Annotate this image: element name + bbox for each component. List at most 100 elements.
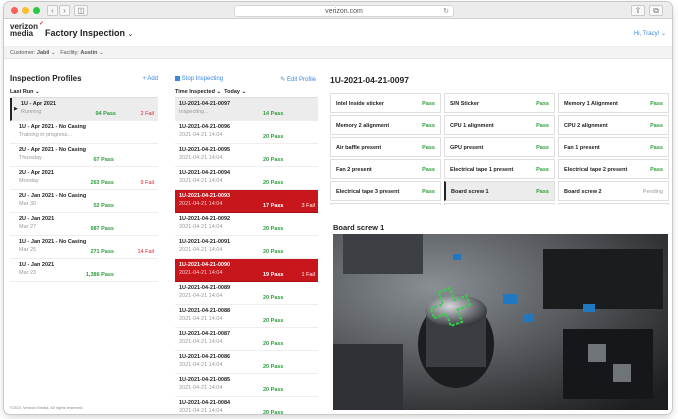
maximize-window-button[interactable] xyxy=(33,7,40,14)
run-id: 1U-2021-04-21-0094 xyxy=(179,170,231,176)
check-card[interactable]: Electrical tape 2 present Pass xyxy=(558,159,669,179)
sort-last-run[interactable]: Last Run ⌄ xyxy=(10,89,158,98)
run-row[interactable]: 1U-2021-04-21-0085 2021-04-21 14:04 20 Pas… xyxy=(175,374,318,397)
profile-name: 1U - Apr 2021 xyxy=(21,101,56,107)
run-time: 2021-04-21 14:04 xyxy=(179,316,223,322)
check-card[interactable]: Memory 1 Alignment Pass xyxy=(558,93,669,113)
tabs-icon[interactable]: ⧉ xyxy=(649,5,663,16)
check-card[interactable]: Board screw 2 Pending xyxy=(558,181,669,201)
sort-time-inspected[interactable]: Time Inspected ⌄ xyxy=(175,89,221,95)
profile-row[interactable]: 1U - Apr 2021 - No Casing Training in pro… xyxy=(10,121,158,144)
logo-line2: media xyxy=(10,29,34,38)
pass-count: 20 Pass xyxy=(263,180,284,186)
check-card[interactable]: Board screw 4Pending xyxy=(444,203,555,205)
check-status: Pass xyxy=(536,101,549,107)
check-card[interactable]: Memory 2 alignment Pass xyxy=(330,115,441,135)
profile-row[interactable]: 1U - Jan 2021 Mar 23 1,386 Pass xyxy=(10,259,158,282)
profile-row[interactable]: 2U - Apr 2021 Monday 263 Pass 9 Fail xyxy=(10,167,158,190)
check-status: Pass xyxy=(536,123,549,129)
check-card[interactable]: Board screw 5Pending xyxy=(558,203,669,205)
verizon-media-logo[interactable]: verizon media ✓ xyxy=(10,21,44,38)
check-name: CPU 1 alignment xyxy=(450,123,494,129)
run-row[interactable]: 1U-2021-04-21-0087 2021-04-21 14:04 20 Pas… xyxy=(175,328,318,351)
forward-button[interactable]: › xyxy=(59,5,70,16)
pass-count: 67 Pass xyxy=(93,157,115,163)
profile-row[interactable]: 2U - Jan 2021 Mar 27 987 Pass xyxy=(10,213,158,236)
app-title-dropdown[interactable]: Factory Inspection ⌄ xyxy=(45,28,133,38)
check-status: Pass xyxy=(422,189,435,195)
profile-row[interactable]: ▶ 1U - Apr 2021 Running 94 Pass 2 Fail xyxy=(10,98,158,121)
check-card[interactable]: Intel Inside sticker Pass xyxy=(330,93,441,113)
run-row[interactable]: 1U-2021-04-21-0093 2021-04-21 14:04 17 Pas… xyxy=(175,190,318,213)
profile-row[interactable]: 2U - Apr 2021 - No Casing Thursday 67 Pass xyxy=(10,144,158,167)
check-name: Air baffle present xyxy=(336,145,382,151)
chevron-down-icon: ⌄ xyxy=(241,89,247,95)
play-icon: ▶ xyxy=(14,106,18,112)
run-id: 1U-2021-04-21-0091 xyxy=(179,239,231,245)
chevron-down-icon: ⌄ xyxy=(660,31,666,37)
check-card[interactable]: GPU present Pass xyxy=(444,137,555,157)
sort-today[interactable]: Today ⌄ xyxy=(224,89,246,95)
reload-icon[interactable]: ↻ xyxy=(443,6,449,17)
stop-inspecting-button[interactable]: Stop Inspecting xyxy=(175,76,223,82)
check-name: Electrical tape 3 present xyxy=(336,189,400,195)
run-time: 2021-04-21 14:04 xyxy=(179,201,223,207)
run-row[interactable]: 1U-2021-04-21-0095 2021-04-21 14:04 20 Pas… xyxy=(175,144,318,167)
run-row[interactable]: 1U-2021-04-21-0090 2021-04-21 14:04 19 Pas… xyxy=(175,259,318,282)
check-card[interactable]: Electrical tape 1 present Pass xyxy=(444,159,555,179)
chevron-down-icon: ⌄ xyxy=(216,89,222,95)
profile-row[interactable]: 2U - Jan 2021 - No Casing Mar 30 52 Pass xyxy=(10,190,158,213)
facility-select[interactable]: Austin xyxy=(80,50,97,56)
pass-count: 263 Pass xyxy=(90,180,114,186)
pass-count: 20 Pass xyxy=(263,364,284,370)
run-row[interactable]: 1U-2021-04-21-0086 2021-04-21 14:04 20 Pas… xyxy=(175,351,318,374)
user-menu[interactable]: Hi, Tracy! ⌄ xyxy=(634,30,666,37)
close-window-button[interactable] xyxy=(11,7,18,14)
runs-sort-bar: Time Inspected ⌄ Today ⌄ xyxy=(175,89,318,98)
check-card[interactable]: CPU 2 alignment Pass xyxy=(558,115,669,135)
check-card[interactable]: Board screw 1 Pass xyxy=(444,181,555,201)
customer-select[interactable]: Jabil xyxy=(37,50,50,56)
check-name: Board screw 2 xyxy=(564,189,602,195)
pencil-icon: ✎ xyxy=(280,77,286,83)
run-row[interactable]: 1U-2021-04-21-0096 2021-04-21 14:04 20 Pas… xyxy=(175,121,318,144)
check-status: Pass xyxy=(650,101,663,107)
check-card[interactable]: Fan 1 present Pass xyxy=(558,137,669,157)
add-profile-button[interactable]: + Add xyxy=(142,76,158,82)
check-name: CPU 2 alignment xyxy=(564,123,608,129)
run-row[interactable]: 1U-2021-04-21-0092 2021-04-21 14:04 20 Pas… xyxy=(175,213,318,236)
back-button[interactable]: ‹ xyxy=(47,5,58,16)
detail-panel: 1U-2021-04-21-0097 Intel Inside sticker P… xyxy=(330,60,672,414)
profile-row[interactable]: 1U - Jan 2021 - No Casing Mar 25 271 Pass 1… xyxy=(10,236,158,259)
run-time: 2021-04-21 14:04 xyxy=(179,339,223,345)
check-card[interactable]: Electrical tape 3 present Pass xyxy=(330,181,441,201)
check-card[interactable]: Air baffle present Pass xyxy=(330,137,441,157)
pass-count: 20 Pass xyxy=(263,157,284,163)
pass-count: 14 Pass xyxy=(263,111,284,117)
profile-name: 2U - Apr 2021 xyxy=(19,170,54,176)
check-card[interactable]: S/N Sticker Pass xyxy=(444,93,555,113)
profiles-title: Inspection Profiles xyxy=(10,74,82,83)
check-card[interactable]: Fan 2 present Pass xyxy=(330,159,441,179)
run-row[interactable]: 1U-2021-04-21-0089 2021-04-21 14:04 20 Pas… xyxy=(175,282,318,305)
run-row[interactable]: 1U-2021-04-21-0094 2021-04-21 14:04 20 Pas… xyxy=(175,167,318,190)
sidebar-toggle-icon[interactable]: ◫ xyxy=(74,5,88,16)
run-row[interactable]: 1U-2021-04-21-0088 2021-04-21 14:04 20 Pas… xyxy=(175,305,318,328)
run-row[interactable]: 1U-2021-04-21-0091 2021-04-21 14:04 20 Pas… xyxy=(175,236,318,259)
run-time: Inspecting... xyxy=(179,109,209,115)
check-name: S/N Sticker xyxy=(450,101,480,107)
minimize-window-button[interactable] xyxy=(22,7,29,14)
check-card[interactable]: CPU 1 alignment Pass xyxy=(444,115,555,135)
image-title: Board screw 1 xyxy=(333,223,385,232)
profile-date: Training in progress... xyxy=(19,132,72,138)
profile-name: 2U - Apr 2021 - No Casing xyxy=(19,147,87,153)
address-bar[interactable]: verizon.com ↻ xyxy=(234,5,454,17)
pass-count: 20 Pass xyxy=(263,410,284,414)
share-icon[interactable]: ⇪ xyxy=(631,5,645,16)
run-row[interactable]: 1U-2021-04-21-0084 2021-04-21 14:04 20 Pas… xyxy=(175,397,318,414)
run-row[interactable]: 1U-2021-04-21-0097 Inspecting... 14 Pass xyxy=(175,98,318,121)
profile-name: 2U - Jan 2021 - No Casing xyxy=(19,193,87,199)
edit-profile-button[interactable]: ✎ Edit Profile xyxy=(280,76,316,83)
check-status: Pass xyxy=(422,101,435,107)
check-card[interactable]: Board screw 3Pending xyxy=(330,203,441,205)
